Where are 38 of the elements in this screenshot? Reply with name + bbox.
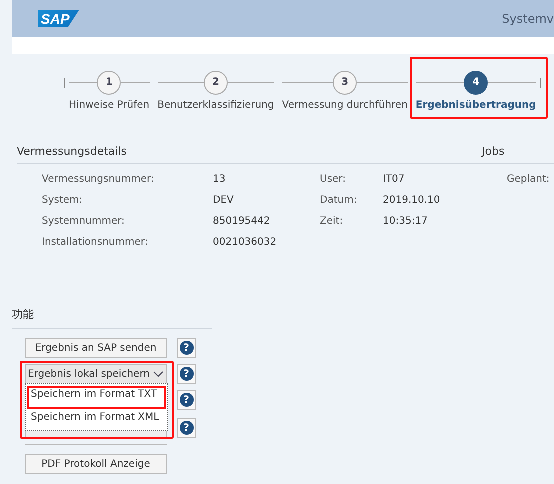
menu-item[interactable]: Speichern im Format XML	[27, 409, 166, 428]
help-button[interactable]: ?	[177, 364, 196, 384]
field-value: 0021036032	[213, 237, 278, 248]
step-label[interactable]: Benutzerklassifizierung	[158, 100, 274, 111]
menu-item[interactable]: Speichern im Format TXT	[27, 386, 166, 409]
header-title: Systemv	[502, 12, 554, 26]
field-label: Systemnummer:	[42, 216, 126, 227]
pdf-button[interactable]: PDF Protokoll Anzeige	[25, 454, 167, 474]
section-title: 功能	[12, 307, 35, 322]
send-button[interactable]: Ergebnis an SAP senden	[25, 338, 167, 358]
field-label: Vermessungsnummer:	[42, 174, 156, 185]
field-value: 10:35:17	[383, 216, 428, 227]
field-label: Zeit:	[320, 216, 344, 227]
field-label: Datum:	[320, 195, 358, 206]
step-circle[interactable]: 3	[333, 70, 358, 94]
step-label[interactable]: Ergebnisübertragung	[416, 100, 536, 111]
field-value: 13	[213, 174, 227, 185]
field-value: DEV	[213, 195, 235, 206]
dropdown-button[interactable]: Ergebnis lokal speichern	[25, 364, 167, 384]
step-circle[interactable]: 4	[464, 70, 488, 94]
help-button[interactable]: ?	[177, 338, 196, 358]
field-value: 850195442	[213, 216, 272, 227]
field-label: System:	[42, 195, 84, 206]
section-title: Vermessungsdetails	[17, 145, 128, 158]
caret-icon	[152, 370, 164, 378]
field-value: 2019.10.10	[383, 195, 440, 206]
help-button[interactable]: ?	[177, 418, 196, 438]
step-label[interactable]: Vermessung durchführen	[282, 100, 408, 111]
field-label: Geplant:	[507, 174, 550, 185]
step-label[interactable]: Hinweise Prüfen	[69, 100, 150, 111]
section-title: Jobs	[482, 145, 505, 158]
logo: SAP	[38, 10, 80, 28]
field-label: User:	[320, 174, 346, 185]
field-label: Installationsnummer:	[42, 237, 150, 248]
step-circle[interactable]: 1	[97, 70, 122, 94]
step-circle[interactable]: 2	[204, 70, 228, 94]
field-value: IT07	[383, 174, 405, 185]
help-button[interactable]: ?	[177, 390, 196, 410]
